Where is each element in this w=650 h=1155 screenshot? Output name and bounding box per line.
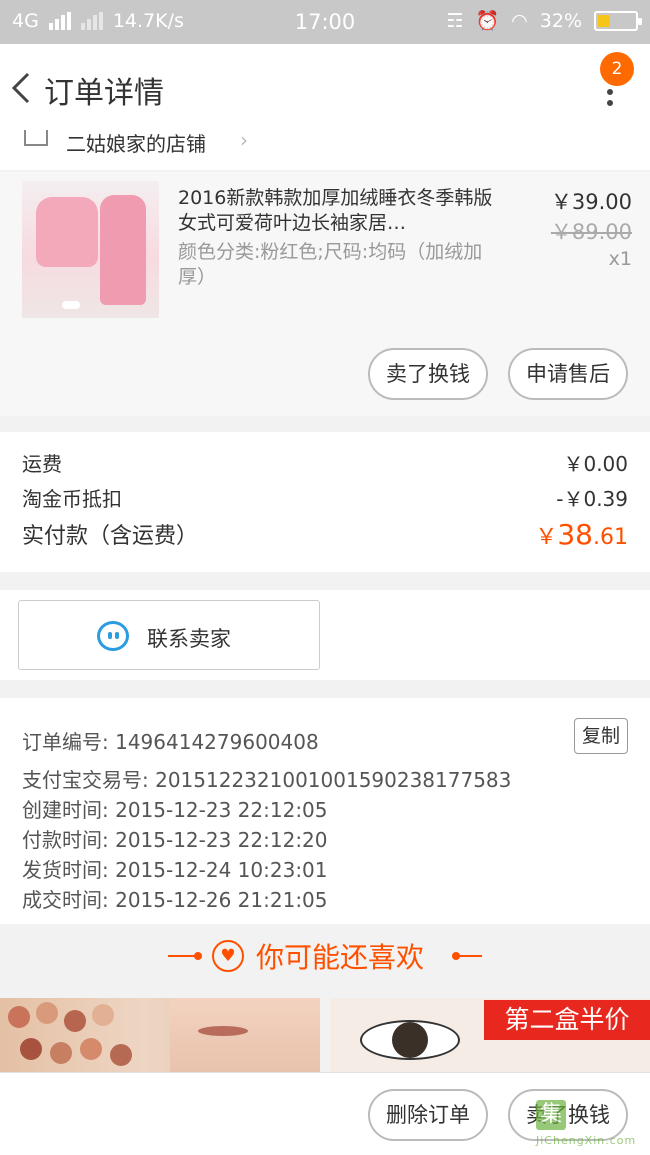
shipping-value: ￥0.00 [563,452,628,476]
recommend-header: ♥ 你可能还喜欢 [0,926,650,988]
shipping-label: 运费 [22,452,62,476]
total-row: 实付款（含运费） ￥38.61 [22,518,628,551]
order-info: 订单编号: 1496414279600408 复制 支付宝交易号: 201512… [0,698,650,924]
wifi-icon: ◠ [511,9,528,32]
notification-badge: 2 [600,52,634,86]
vibrate-icon: ☶ [446,9,464,32]
product-sku: 颜色分类:粉红色;尺码:均码（加绒加厚） [178,241,483,288]
shipping-row: 运费 ￥0.00 [22,448,628,477]
shop-icon [24,130,48,146]
product-price: ￥39.00 [550,190,632,214]
product-image[interactable] [22,181,159,318]
total-label: 实付款（含运费） [22,524,199,549]
chat-smile-icon [97,621,129,651]
coin-value: -￥0.39 [556,487,628,511]
created-time: 创建时间: 2015-12-23 22:12:05 [22,798,328,822]
alarm-icon: ⏰ [475,10,500,32]
recommend-product-2[interactable]: 第二盒半价 [330,998,650,1072]
delete-order-button[interactable]: 删除订单 [368,1089,488,1141]
paid-time: 付款时间: 2015-12-23 22:12:20 [22,828,328,852]
chevron-left-icon[interactable] [8,68,36,108]
contact-seller-label: 联系卖家 [147,627,231,651]
order-number: 订单编号: 1496414279600408 [22,730,319,754]
completed-time: 成交时间: 2015-12-26 21:21:05 [22,888,328,912]
shop-name: 二姑娘家的店铺 [66,132,206,156]
product-original-price: ￥89.00 [550,220,632,244]
resell-button[interactable]: 卖了换钱 [368,348,488,400]
coin-row: 淘金币抵扣 -￥0.39 [22,483,628,512]
contact-seller-button[interactable]: 联系卖家 [18,600,320,670]
watermark-site: JiChengXin.com [536,1134,637,1147]
watermark-logo: 集 [536,1100,566,1130]
coin-label: 淘金币抵扣 [22,487,122,511]
fee-summary: 运费 ￥0.00 淘金币抵扣 -￥0.39 实付款（含运费） ￥38.61 [0,432,650,572]
total-integer: 38 [557,518,593,551]
after-sales-button[interactable]: 申请售后 [508,348,628,400]
alipay-number: 支付宝交易号: 2015122321001001590238177583 [22,768,512,792]
battery-percent: 32% [539,9,582,32]
order-item[interactable]: 2016新款韩款加厚加绒睡衣冬季韩版女式可爱荷叶边长袖家居… 颜色分类:粉红色;… [0,172,650,416]
recommend-list: 第二盒半价 [0,998,650,1072]
total-currency: ￥ [535,525,558,550]
recommend-title: 你可能还喜欢 [256,941,425,974]
total-decimal: .61 [593,525,628,550]
nav-bar: 订单详情 2 [0,44,650,130]
promo-banner: 第二盒半价 [484,1000,650,1040]
shop-row[interactable]: 二姑娘家的店铺 › [0,128,650,170]
battery-icon [594,10,642,31]
chevron-right-icon: › [240,128,248,152]
product-title: 2016新款韩款加厚加绒睡衣冬季韩版女式可爱荷叶边长袖家居… [178,187,493,234]
copy-button[interactable]: 复制 [574,718,628,754]
site-watermark: 集 JiChengXin.com [530,1098,645,1148]
heart-icon: ♥ [212,940,244,972]
product-quantity: x1 [608,248,632,270]
contact-section: 联系卖家 [0,590,650,680]
shipped-time: 发货时间: 2015-12-24 10:23:01 [22,858,328,882]
total-value: ￥38.61 [535,518,628,551]
recommend-product-1[interactable] [0,998,320,1072]
status-bar: 4G 14.7K/s 17:00 ☶ ⏰ ◠ 32% [0,0,650,44]
page-title: 订单详情 [44,76,164,111]
